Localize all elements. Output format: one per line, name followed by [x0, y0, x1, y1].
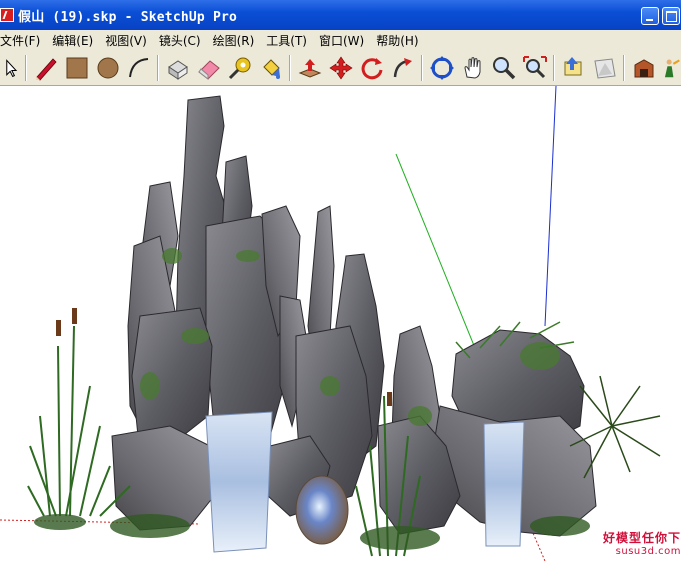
- zoom-extents-tool-button[interactable]: [519, 53, 550, 83]
- maximize-button[interactable]: [662, 7, 680, 25]
- toolbar-separator: [623, 55, 625, 81]
- rotate-icon: [361, 58, 382, 80]
- menu-edit[interactable]: 编辑(E): [52, 32, 98, 49]
- toolbar-separator: [25, 55, 27, 81]
- circle-icon: [97, 57, 118, 79]
- share-model-tool-button[interactable]: [659, 53, 681, 83]
- minimize-button[interactable]: [641, 7, 659, 25]
- make-component-tool-button[interactable]: [162, 53, 193, 83]
- pan-tool-button[interactable]: [457, 53, 488, 83]
- menu-help[interactable]: 帮助(H): [376, 32, 423, 49]
- model-viewport[interactable]: [0, 86, 681, 561]
- move-arrows-icon: [328, 56, 353, 80]
- waterfall-left: [205, 411, 273, 553]
- rectangle-tool-button[interactable]: [61, 53, 92, 83]
- eraser-icon: [197, 60, 220, 81]
- sketchup-app-icon[interactable]: [0, 8, 14, 22]
- main-toolbar: [0, 51, 681, 86]
- rockery-model: [0, 86, 661, 561]
- tape-measure-icon: [228, 57, 250, 80]
- warehouse-icon: [634, 59, 653, 78]
- orbit-tool-button[interactable]: [426, 53, 457, 83]
- line-tool-button[interactable]: [30, 53, 61, 83]
- tape-measure-tool-button[interactable]: [224, 53, 255, 83]
- blue-axis: [544, 86, 557, 327]
- paint-bucket-icon: [262, 59, 280, 79]
- rotate-tool-button[interactable]: [356, 53, 387, 83]
- follow-me-icon: [393, 58, 412, 78]
- menu-camera[interactable]: 镜头(C): [159, 32, 206, 49]
- magnifier-icon: [492, 57, 515, 80]
- next-view-tool-button[interactable]: [589, 53, 620, 83]
- waterfall-right: [483, 421, 525, 547]
- rectangle-icon: [66, 57, 87, 79]
- select-arrow-icon: [6, 59, 18, 78]
- toolbar-separator: [289, 55, 291, 81]
- menu-draw[interactable]: 绘图(R): [213, 32, 260, 49]
- zoom-extents-icon: [522, 56, 547, 79]
- person-icon: [664, 59, 680, 78]
- push-pull-tool-button[interactable]: [294, 53, 325, 83]
- menu-view[interactable]: 视图(V): [105, 32, 152, 49]
- arc-tool-button[interactable]: [123, 53, 154, 83]
- arc-icon: [128, 58, 148, 78]
- title-bar: 假山 (19).skp - SketchUp Pro: [0, 0, 681, 30]
- orbit-icon: [429, 56, 454, 80]
- cattail-left: [56, 320, 61, 336]
- menu-bar: 文件(F) 编辑(E) 视图(V) 镜头(C) 绘图(R) 工具(T) 窗口(W…: [0, 30, 681, 51]
- window-title: 假山 (19).skp - SketchUp Pro: [18, 9, 238, 25]
- zoom-tool-button[interactable]: [488, 53, 519, 83]
- previous-view-icon: [564, 57, 581, 76]
- hand-icon: [463, 57, 480, 79]
- cattail-left-2: [72, 308, 77, 324]
- select-tool-button[interactable]: [0, 53, 22, 83]
- follow-me-tool-button[interactable]: [387, 53, 418, 83]
- component-icon: [167, 60, 188, 80]
- menu-window[interactable]: 窗口(W): [319, 32, 369, 49]
- previous-view-tool-button[interactable]: [558, 53, 589, 83]
- toolbar-separator: [421, 55, 423, 81]
- push-pull-icon: [298, 59, 321, 78]
- toolbar-separator: [553, 55, 555, 81]
- watermark-cn: 好模型任你下: [602, 531, 681, 545]
- move-tool-button[interactable]: [325, 53, 356, 83]
- watermark: 好模型任你下 susu3d.com: [585, 529, 681, 561]
- eraser-tool-button[interactable]: [193, 53, 224, 83]
- green-axis: [395, 153, 476, 349]
- pencil-icon: [35, 58, 57, 81]
- menu-file[interactable]: 文件(F): [0, 32, 45, 49]
- toolbar-separator: [157, 55, 159, 81]
- watermark-url: susu3d.com: [615, 546, 681, 557]
- glass-orb: [295, 475, 349, 545]
- circle-tool-button[interactable]: [92, 53, 123, 83]
- cattail-center: [387, 392, 392, 406]
- next-view-icon: [593, 58, 616, 79]
- paint-bucket-tool-button[interactable]: [255, 53, 286, 83]
- get-models-tool-button[interactable]: [628, 53, 659, 83]
- menu-tools[interactable]: 工具(T): [266, 32, 312, 49]
